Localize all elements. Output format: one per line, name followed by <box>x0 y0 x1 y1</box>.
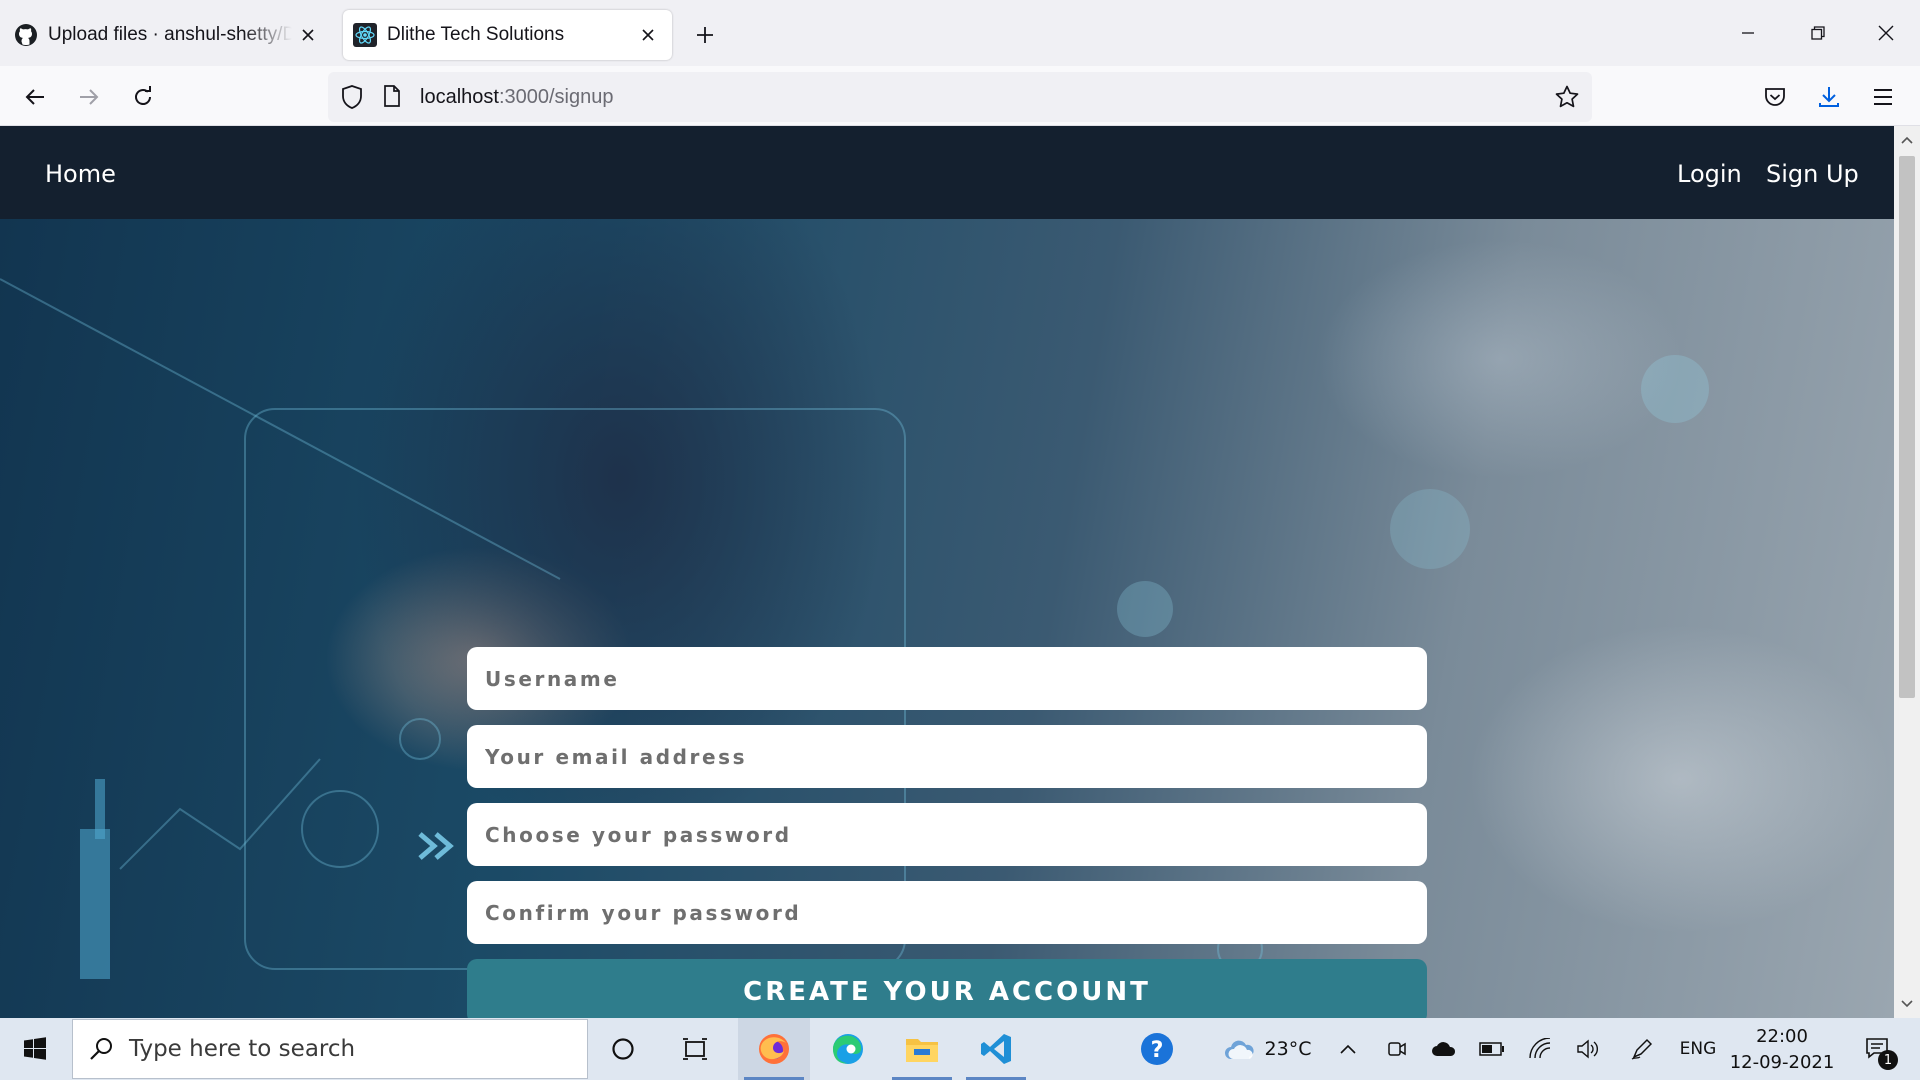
close-tab-icon[interactable] <box>632 19 664 51</box>
minimize-window-icon[interactable] <box>1720 8 1776 58</box>
system-clock[interactable]: 22:00 12-09-2021 <box>1728 1024 1836 1076</box>
wifi-icon[interactable] <box>1524 1018 1556 1080</box>
page-scrollbar[interactable] <box>1894 126 1920 1018</box>
address-bar[interactable]: localhost:3000/signup <box>328 72 1592 122</box>
restore-window-icon[interactable] <box>1790 8 1846 58</box>
file-explorer-taskbar-app[interactable] <box>886 1018 958 1080</box>
tab-dlithe[interactable]: Dlithe Tech Solutions <box>343 10 672 60</box>
new-tab-plus-icon[interactable] <box>688 18 722 52</box>
pocket-icon[interactable] <box>1756 78 1794 116</box>
svg-text:?: ? <box>1151 1038 1164 1063</box>
close-tab-icon[interactable] <box>292 19 324 51</box>
edge-taskbar-app[interactable] <box>812 1018 884 1080</box>
folder-icon <box>904 1033 940 1065</box>
tab-github-upload[interactable]: Upload files · anshul-shetty/Dlit <box>0 10 332 60</box>
downloads-icon[interactable] <box>1810 78 1848 116</box>
browser-tab-strip: Upload files · anshul-shetty/Dlit Dlithe… <box>0 0 1920 66</box>
scrollbar-thumb[interactable] <box>1899 156 1915 698</box>
vscode-icon <box>978 1031 1014 1067</box>
double-chevron-icon <box>418 832 454 860</box>
tab-title: Dlithe Tech Solutions <box>387 24 565 45</box>
tracking-shield-icon[interactable] <box>340 84 364 115</box>
close-window-icon[interactable] <box>1858 8 1914 58</box>
cortana-icon[interactable] <box>594 1018 652 1080</box>
vscode-taskbar-app[interactable] <box>960 1018 1032 1080</box>
language-label: ENG <box>1679 1039 1717 1059</box>
confirm-password-field-wrapper <box>467 881 1427 944</box>
show-hidden-icons-chevron-icon[interactable] <box>1334 1018 1362 1080</box>
page-viewport: Home Login Sign Up Username Your email a… <box>0 126 1894 1018</box>
signup-form: CREATE YOUR ACCOUNT <box>467 647 1427 1018</box>
notification-center-icon[interactable]: 1 <box>1850 1018 1906 1080</box>
weather-temperature: 23°C <box>1264 1038 1312 1060</box>
clock-date: 12-09-2021 <box>1729 1052 1835 1073</box>
windows-start-icon[interactable] <box>0 1018 70 1080</box>
battery-icon[interactable] <box>1476 1018 1508 1080</box>
volume-icon[interactable] <box>1572 1018 1604 1080</box>
input-language-indicator[interactable]: ENG <box>1672 1018 1724 1080</box>
email-field-wrapper <box>467 725 1427 788</box>
help-icon[interactable]: ? <box>1132 1018 1182 1080</box>
nav-signup-link[interactable]: Sign Up <box>1766 160 1859 188</box>
taskbar-search-box[interactable]: Type here to search <box>72 1019 588 1079</box>
search-placeholder: Type here to search <box>129 1036 356 1062</box>
scroll-down-arrow-icon[interactable] <box>1899 996 1915 1012</box>
forward-arrow-icon[interactable] <box>70 78 108 116</box>
notification-count-badge: 1 <box>1878 1050 1898 1070</box>
site-navbar: Home Login Sign Up <box>0 126 1894 219</box>
bookmark-star-icon[interactable] <box>1554 84 1580 115</box>
page-info-icon[interactable] <box>382 84 402 113</box>
search-icon <box>89 1036 115 1062</box>
reload-icon[interactable] <box>124 78 162 116</box>
meet-now-icon[interactable] <box>1382 1018 1412 1080</box>
url-text: localhost:3000/signup <box>420 86 614 108</box>
confirm-password-input[interactable] <box>485 900 1427 925</box>
username-input[interactable] <box>485 666 1427 691</box>
create-account-button[interactable]: CREATE YOUR ACCOUNT <box>467 959 1427 1018</box>
task-view-icon[interactable] <box>666 1018 724 1080</box>
nav-login-link[interactable]: Login <box>1677 160 1742 188</box>
onedrive-cloud-icon[interactable] <box>1428 1018 1460 1080</box>
nav-home-link[interactable]: Home <box>45 160 116 188</box>
app-menu-hamburger-icon[interactable] <box>1864 78 1902 116</box>
weather-widget[interactable]: 23°C <box>1212 1018 1322 1080</box>
windows-taskbar: Type here to search ? 23°C ENG 22:00 12-… <box>0 1018 1920 1080</box>
clock-time: 22:00 <box>1756 1026 1808 1047</box>
firefox-taskbar-app[interactable] <box>738 1018 810 1080</box>
browser-toolbar: localhost:3000/signup <box>0 66 1920 126</box>
username-field-wrapper <box>467 647 1427 710</box>
scroll-up-arrow-icon[interactable] <box>1899 132 1915 148</box>
password-input[interactable] <box>485 822 1427 847</box>
edge-icon <box>830 1031 866 1067</box>
cloud-weather-icon <box>1223 1037 1257 1061</box>
password-field-wrapper <box>467 803 1427 866</box>
tab-title: Upload files · anshul-shetty/Dlit <box>48 24 292 45</box>
react-icon <box>353 23 377 47</box>
back-arrow-icon[interactable] <box>16 78 54 116</box>
pen-workspace-icon[interactable] <box>1626 1018 1658 1080</box>
github-icon <box>14 23 38 47</box>
email-input[interactable] <box>485 744 1427 769</box>
firefox-icon <box>756 1031 792 1067</box>
hero-background-image: CREATE YOUR ACCOUNT <box>0 219 1894 1018</box>
